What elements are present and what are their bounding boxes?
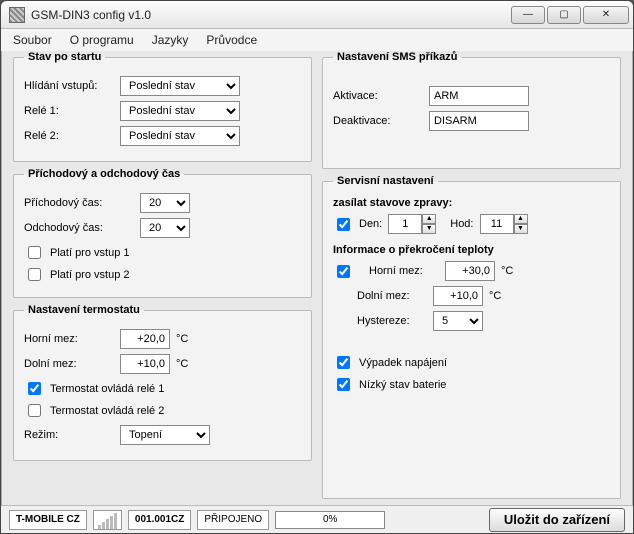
minimize-button[interactable]: — xyxy=(511,6,545,24)
baterie-checkbox[interactable] xyxy=(337,378,350,391)
hod-up-icon[interactable]: ▲ xyxy=(514,214,528,224)
den-input[interactable] xyxy=(388,214,422,234)
rele1-select[interactable]: Poslední stav xyxy=(120,101,240,121)
ovlada2-checkbox[interactable] xyxy=(28,404,41,417)
hlidani-label: Hlídání vstupů: xyxy=(24,80,114,92)
thermo-dolni-label: Dolní mez: xyxy=(24,358,114,370)
rezim-select[interactable]: Topení xyxy=(120,425,210,445)
odchod-label: Odchodový čas: xyxy=(24,222,134,234)
hod-label: Hod: xyxy=(450,218,473,230)
baterie-label: Nízký stav baterie xyxy=(359,379,446,391)
den-label: Den: xyxy=(359,218,382,230)
vypadek-checkbox[interactable] xyxy=(337,356,350,369)
deaktivace-input[interactable] xyxy=(429,111,529,131)
close-button[interactable]: ✕ xyxy=(583,6,629,24)
ovlada1-checkbox[interactable] xyxy=(28,382,41,395)
teplota-header: Informace o překročení teploty xyxy=(333,244,610,256)
thermo-legend: Nastavení termostatu xyxy=(24,304,144,316)
plati1-label: Platí pro vstup 1 xyxy=(50,247,130,259)
menubar: Soubor O programu Jazyky Průvodce xyxy=(1,29,633,51)
startup-group: Stav po startu Hlídání vstupů: Poslední … xyxy=(13,51,312,162)
hod-down-icon[interactable]: ▼ xyxy=(514,224,528,234)
menu-pruvodce[interactable]: Průvodce xyxy=(206,33,257,47)
plati2-checkbox[interactable] xyxy=(28,268,41,281)
startup-legend: Stav po startu xyxy=(24,51,105,63)
rele1-label: Relé 1: xyxy=(24,105,114,117)
menu-soubor[interactable]: Soubor xyxy=(13,33,52,47)
svc-unit1: °C xyxy=(501,265,513,277)
ovlada1-label: Termostat ovládá relé 1 xyxy=(50,383,164,395)
app-icon xyxy=(9,7,25,23)
rele2-label: Relé 2: xyxy=(24,130,114,142)
app-window: GSM-DIN3 config v1.0 — ▢ ✕ Soubor O prog… xyxy=(0,0,634,534)
aktivace-input[interactable] xyxy=(429,86,529,106)
window-title: GSM-DIN3 config v1.0 xyxy=(31,8,511,22)
signal-icon xyxy=(93,510,122,530)
zasilat-header: zasílat stavove zpravy: xyxy=(333,197,610,209)
ovlada2-label: Termostat ovládá relé 2 xyxy=(50,405,164,417)
service-group: Servisní nastavení zasílat stavove zprav… xyxy=(322,175,621,499)
thermo-unit1: °C xyxy=(176,333,188,345)
menu-oprogramu[interactable]: O programu xyxy=(70,33,134,47)
status-connection: PŘIPOJENO xyxy=(197,510,269,530)
hod-input[interactable] xyxy=(480,214,514,234)
sms-legend: Nastavení SMS příkazů xyxy=(333,51,461,63)
progress-text: 0% xyxy=(323,514,337,525)
rele2-select[interactable]: Poslední stav xyxy=(120,126,240,146)
den-up-icon[interactable]: ▲ xyxy=(422,214,436,224)
svc-horni-input[interactable] xyxy=(445,261,495,281)
svc-unit2: °C xyxy=(489,290,501,302)
zasilat-checkbox[interactable] xyxy=(337,218,350,231)
hlidani-select[interactable]: Poslední stav xyxy=(120,76,240,96)
plati1-checkbox[interactable] xyxy=(28,246,41,259)
status-operator: T-MOBILE CZ xyxy=(9,510,87,530)
thermo-unit2: °C xyxy=(176,358,188,370)
odchod-select[interactable]: 20 xyxy=(140,218,190,238)
aktivace-label: Aktivace: xyxy=(333,90,423,102)
den-down-icon[interactable]: ▼ xyxy=(422,224,436,234)
timing-group: Příchodový a odchodový čas Příchodový ča… xyxy=(13,168,312,298)
prichod-label: Příchodový čas: xyxy=(24,197,134,209)
thermo-horni-input[interactable] xyxy=(120,329,170,349)
service-legend: Servisní nastavení xyxy=(333,175,438,187)
timing-legend: Příchodový a odchodový čas xyxy=(24,168,184,180)
deaktivace-label: Deaktivace: xyxy=(333,115,423,127)
svc-dolni-label: Dolní mez: xyxy=(357,290,427,302)
thermo-group: Nastavení termostatu Horní mez: °C Dolní… xyxy=(13,304,312,461)
menu-jazyky[interactable]: Jazyky xyxy=(152,33,189,47)
hyst-label: Hystereze: xyxy=(357,315,427,327)
progress-bar: 0% xyxy=(275,511,385,529)
maximize-button[interactable]: ▢ xyxy=(547,6,581,24)
thermo-dolni-input[interactable] xyxy=(120,354,170,374)
svc-dolni-input[interactable] xyxy=(433,286,483,306)
hyst-select[interactable]: 5 xyxy=(433,311,483,331)
status-code: 001.001CZ xyxy=(128,510,191,530)
hod-stepper[interactable]: ▲▼ xyxy=(480,214,528,234)
svc-horni-label: Horní mez: xyxy=(369,265,439,277)
rezim-label: Režim: xyxy=(24,429,114,441)
vypadek-label: Výpadek napájení xyxy=(359,357,447,369)
prichod-select[interactable]: 20 xyxy=(140,193,190,213)
den-stepper[interactable]: ▲▼ xyxy=(388,214,436,234)
thermo-horni-label: Horní mez: xyxy=(24,333,114,345)
titlebar: GSM-DIN3 config v1.0 — ▢ ✕ xyxy=(1,1,633,29)
teplota-checkbox[interactable] xyxy=(337,265,350,278)
statusbar: T-MOBILE CZ 001.001CZ PŘIPOJENO 0% Uloži… xyxy=(1,505,633,533)
save-to-device-button[interactable]: Uložit do zařízení xyxy=(489,508,625,532)
plati2-label: Platí pro vstup 2 xyxy=(50,269,130,281)
sms-group: Nastavení SMS příkazů Aktivace: Deaktiva… xyxy=(322,51,621,169)
